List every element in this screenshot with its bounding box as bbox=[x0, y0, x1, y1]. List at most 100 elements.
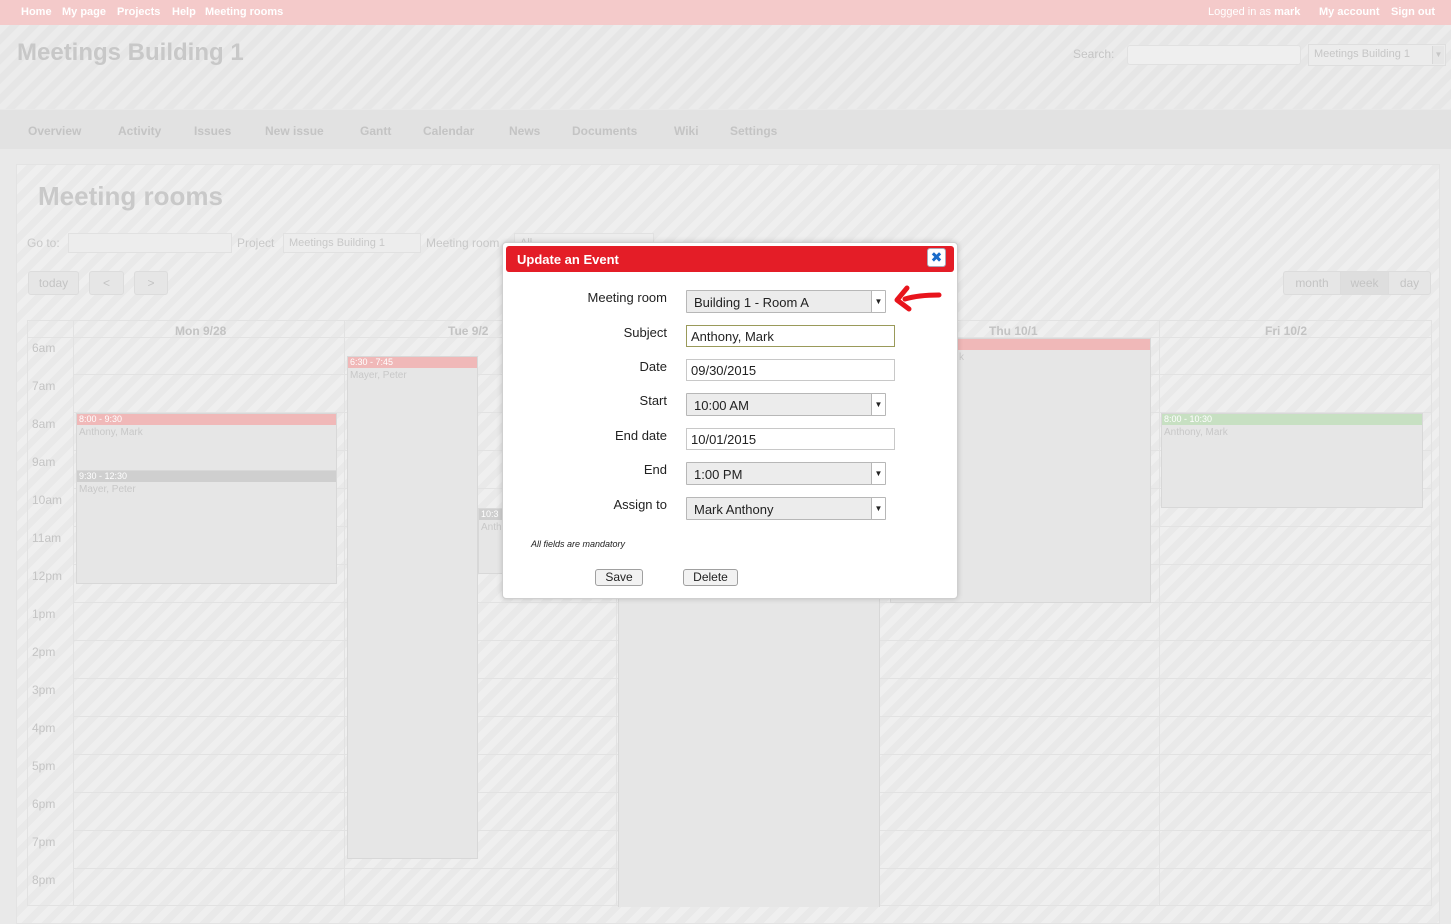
tab-settings[interactable]: Settings bbox=[730, 124, 777, 138]
close-icon[interactable]: ✖ bbox=[927, 248, 946, 267]
calendar-event[interactable]: 6:30 - 7:45 Mayer, Peter bbox=[347, 356, 478, 859]
tab-gantt[interactable]: Gantt bbox=[360, 124, 391, 138]
menu-home-link[interactable]: Home bbox=[21, 6, 52, 18]
project-jump-select[interactable]: Meetings Building 1 ▼ bbox=[1308, 44, 1446, 66]
hour-label: 7am bbox=[32, 379, 56, 393]
hour-label: 1pm bbox=[32, 607, 56, 621]
goto-input[interactable] bbox=[68, 233, 232, 253]
save-button[interactable]: Save bbox=[595, 569, 643, 586]
goto-label: Go to: bbox=[27, 236, 60, 250]
hour-label: 10am bbox=[32, 493, 63, 507]
tab-overview[interactable]: Overview bbox=[28, 124, 81, 138]
chevron-down-icon: ▼ bbox=[871, 291, 885, 312]
search-label: Search: bbox=[1073, 47, 1115, 61]
chevron-down-icon: ▼ bbox=[871, 463, 885, 484]
event-time: 6:30 - 7:45 bbox=[348, 357, 477, 368]
mandatory-note: All fields are mandatory bbox=[531, 539, 626, 549]
hour-label: 6pm bbox=[32, 797, 56, 811]
view-day-button[interactable]: day bbox=[1388, 271, 1431, 295]
start-time-select[interactable]: 10:00 AM ▼ bbox=[686, 393, 886, 416]
search-input[interactable] bbox=[1127, 45, 1301, 65]
hour-label: 5pm bbox=[32, 759, 56, 773]
event-owner: Anthony, Mark bbox=[1164, 427, 1228, 438]
header: Meetings Building 1 Search: Meetings Bui… bbox=[0, 25, 1451, 149]
tab-news[interactable]: News bbox=[509, 124, 540, 138]
menu-projects-link[interactable]: Projects bbox=[117, 6, 160, 18]
logged-in-user[interactable]: mark bbox=[1274, 6, 1300, 18]
next-week-button[interactable]: > bbox=[134, 271, 168, 295]
hour-label: 8pm bbox=[32, 873, 56, 887]
project-jump-value: Meetings Building 1 bbox=[1314, 48, 1411, 60]
tab-calendar[interactable]: Calendar bbox=[423, 124, 474, 138]
event-time: 9:30 - 12:30 bbox=[77, 471, 336, 482]
menu-my-page-link[interactable]: My page bbox=[62, 6, 106, 18]
hour-label: 11am bbox=[32, 531, 62, 545]
date-input[interactable]: 09/30/2015 bbox=[686, 359, 895, 381]
project-title: Meetings Building 1 bbox=[17, 39, 244, 66]
event-time: 8:00 - 10:30 bbox=[1162, 414, 1422, 425]
my-account-link[interactable]: My account bbox=[1319, 6, 1380, 18]
meeting-room-select[interactable]: Building 1 - Room A ▼ bbox=[686, 290, 886, 313]
end-label: End bbox=[643, 462, 667, 477]
tab-activity[interactable]: Activity bbox=[118, 124, 161, 138]
annotation-arrow-icon bbox=[894, 285, 942, 312]
hour-label: 9am bbox=[32, 455, 56, 469]
chevron-down-icon: ▼ bbox=[1432, 46, 1444, 64]
assign-to-select[interactable]: Mark Anthony ▼ bbox=[686, 497, 886, 520]
hour-label: 6am bbox=[32, 341, 56, 355]
delete-button[interactable]: Delete bbox=[683, 569, 738, 586]
dialog-title: Update an Event bbox=[506, 246, 954, 272]
event-owner: Mayer, Peter bbox=[79, 484, 136, 495]
menu-meeting-rooms-link[interactable]: Meeting rooms bbox=[205, 6, 283, 18]
day-header-thu: Thu 10/1 bbox=[989, 324, 1038, 338]
end-time-select[interactable]: 1:00 PM ▼ bbox=[686, 462, 886, 485]
page-title: Meeting rooms bbox=[38, 181, 223, 211]
logged-in-text: Logged in as mark bbox=[1208, 6, 1300, 18]
view-month-button[interactable]: month bbox=[1283, 271, 1341, 295]
prev-week-button[interactable]: < bbox=[89, 271, 124, 295]
start-label: Start bbox=[639, 393, 667, 408]
top-menu: Home My page Projects Help Meeting rooms… bbox=[0, 0, 1451, 25]
event-owner: Mayer, Peter bbox=[350, 370, 407, 381]
project-filter-label: Project bbox=[237, 236, 275, 250]
day-header-fri: Fri 10/2 bbox=[1265, 324, 1308, 338]
end-date-input[interactable]: 10/01/2015 bbox=[686, 428, 895, 450]
subject-label: Subject bbox=[623, 325, 667, 340]
tab-issues[interactable]: Issues bbox=[194, 124, 231, 138]
end-time-value: 1:00 PM bbox=[694, 467, 743, 482]
project-filter-select[interactable]: Meetings Building 1 bbox=[283, 233, 421, 253]
calendar-event[interactable]: 8:00 - 9:30 Anthony, Mark bbox=[76, 413, 337, 471]
sign-out-link[interactable]: Sign out bbox=[1391, 6, 1435, 18]
start-time-value: 10:00 AM bbox=[694, 398, 749, 413]
calendar-event[interactable]: 9:30 - 12:30 Mayer, Peter bbox=[76, 470, 337, 584]
tab-wiki[interactable]: Wiki bbox=[674, 124, 699, 138]
chevron-down-icon: ▼ bbox=[871, 394, 885, 415]
today-button[interactable]: today bbox=[28, 271, 79, 295]
calendar-event[interactable]: 8:00 - 10:30 Anthony, Mark bbox=[1161, 413, 1423, 508]
event-time: 8:00 - 9:30 bbox=[77, 414, 336, 425]
hour-label: 12pm bbox=[32, 569, 63, 583]
day-header-mon: Mon 9/28 bbox=[175, 324, 227, 338]
meeting-room-label: Meeting room bbox=[587, 290, 667, 305]
hour-label: 4pm bbox=[32, 721, 56, 735]
room-filter-label: Meeting room bbox=[426, 236, 500, 250]
date-label: Date bbox=[639, 359, 667, 374]
logged-in-prefix: Logged in as bbox=[1208, 6, 1271, 18]
chevron-down-icon: ▼ bbox=[871, 498, 885, 519]
menu-help-link[interactable]: Help bbox=[172, 6, 196, 18]
event-owner: Anthony, Mark bbox=[79, 427, 143, 438]
hour-label: 8am bbox=[32, 417, 56, 431]
assign-to-label: Assign to bbox=[613, 497, 667, 512]
hour-label: 7pm bbox=[32, 835, 56, 849]
main-menu: Overview Activity Issues New issue Gantt… bbox=[0, 109, 1451, 149]
end-date-label: End date bbox=[614, 428, 667, 443]
meeting-room-value: Building 1 - Room A bbox=[694, 295, 809, 310]
tab-new-issue[interactable]: New issue bbox=[265, 124, 324, 138]
view-week-button[interactable]: week bbox=[1340, 271, 1389, 295]
tab-documents[interactable]: Documents bbox=[572, 124, 637, 138]
day-header-tue: Tue 9/2 bbox=[448, 324, 489, 338]
assign-to-value: Mark Anthony bbox=[694, 502, 774, 517]
project-filter-value: Meetings Building 1 bbox=[289, 237, 386, 249]
hour-label: 3pm bbox=[32, 683, 56, 697]
subject-input[interactable]: Anthony, Mark bbox=[686, 325, 895, 347]
